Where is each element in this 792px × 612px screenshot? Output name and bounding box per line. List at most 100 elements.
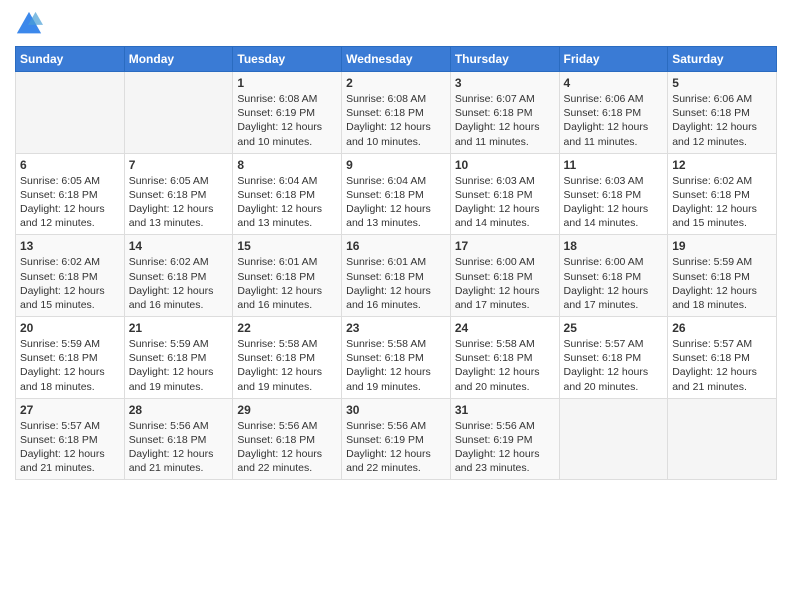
calendar-cell: 21Sunrise: 5:59 AM Sunset: 6:18 PM Dayli… bbox=[124, 317, 233, 399]
calendar-cell: 18 Sunrise: 6:00 AM Sunset: 6:18 PM Dayli… bbox=[559, 235, 668, 317]
weekday-header: Sunday bbox=[16, 47, 125, 72]
day-info: Sunrise: 5:57 AM Sunset: 6:18 PM Dayligh… bbox=[20, 419, 120, 476]
logo-icon bbox=[15, 10, 43, 38]
day-number: 22 bbox=[237, 321, 337, 335]
day-number: 11 bbox=[564, 158, 664, 172]
page: SundayMondayTuesdayWednesdayThursdayFrid… bbox=[0, 0, 792, 612]
calendar-week-row: 20 Sunrise: 5:59 AM Sunset: 6:18 PM Dayli… bbox=[16, 317, 777, 399]
calendar-cell: 26Sunrise: 5:57 AM Sunset: 6:18 PM Dayli… bbox=[668, 317, 777, 399]
header bbox=[15, 10, 777, 38]
calendar-cell: 1 Sunrise: 6:08 AM Sunset: 6:19 PM Daylig… bbox=[233, 72, 342, 154]
weekday-header: Thursday bbox=[450, 47, 559, 72]
day-info: Sunrise: 6:05 AM Sunset: 6:18 PM Dayligh… bbox=[20, 174, 120, 231]
day-number: 7 bbox=[129, 158, 229, 172]
calendar-cell: 11 Sunrise: 6:03 AM Sunset: 6:18 PM Dayli… bbox=[559, 153, 668, 235]
calendar-cell: 19 Sunrise: 5:59 AM Sunset: 6:18 PM Dayli… bbox=[668, 235, 777, 317]
calendar-cell: 15Sunrise: 6:01 AM Sunset: 6:18 PM Dayli… bbox=[233, 235, 342, 317]
day-number: 10 bbox=[455, 158, 555, 172]
day-info: Sunrise: 5:59 AM Sunset: 6:18 PM Dayligh… bbox=[20, 337, 120, 394]
calendar-cell: 29 Sunrise: 5:56 AM Sunset: 6:18 PM Dayli… bbox=[233, 398, 342, 480]
day-info: Sunrise: 5:56 AM Sunset: 6:18 PM Dayligh… bbox=[129, 419, 229, 476]
day-info: Sunrise: 6:08 AM Sunset: 6:18 PM Dayligh… bbox=[346, 92, 446, 149]
day-info: Sunrise: 5:58 AM Sunset: 6:18 PM Dayligh… bbox=[237, 337, 337, 394]
calendar-cell: 6 Sunrise: 6:05 AM Sunset: 6:18 PM Daylig… bbox=[16, 153, 125, 235]
day-number: 31 bbox=[455, 403, 555, 417]
day-number: 12 bbox=[672, 158, 772, 172]
calendar-week-row: 1 Sunrise: 6:08 AM Sunset: 6:19 PM Daylig… bbox=[16, 72, 777, 154]
day-number: 28 bbox=[129, 403, 229, 417]
calendar-cell bbox=[559, 398, 668, 480]
calendar-cell: 20 Sunrise: 5:59 AM Sunset: 6:18 PM Dayli… bbox=[16, 317, 125, 399]
day-number: 26 bbox=[672, 321, 772, 335]
calendar-cell: 22 Sunrise: 5:58 AM Sunset: 6:18 PM Dayli… bbox=[233, 317, 342, 399]
calendar-table: SundayMondayTuesdayWednesdayThursdayFrid… bbox=[15, 46, 777, 480]
calendar-cell: 24Sunrise: 5:58 AM Sunset: 6:18 PM Dayli… bbox=[450, 317, 559, 399]
calendar-cell: 25 Sunrise: 5:57 AM Sunset: 6:18 PM Dayli… bbox=[559, 317, 668, 399]
day-number: 2 bbox=[346, 76, 446, 90]
calendar-cell: 12 Sunrise: 6:02 AM Sunset: 6:18 PM Dayli… bbox=[668, 153, 777, 235]
day-info: Sunrise: 5:58 AM Sunset: 6:18 PM Dayligh… bbox=[455, 337, 555, 394]
day-info: Sunrise: 6:01 AM Sunset: 6:18 PM Dayligh… bbox=[346, 255, 446, 312]
calendar-cell: 28 Sunrise: 5:56 AM Sunset: 6:18 PM Dayli… bbox=[124, 398, 233, 480]
calendar-cell bbox=[16, 72, 125, 154]
day-number: 29 bbox=[237, 403, 337, 417]
calendar-cell: 9 Sunrise: 6:04 AM Sunset: 6:18 PM Daylig… bbox=[342, 153, 451, 235]
day-info: Sunrise: 6:07 AM Sunset: 6:18 PM Dayligh… bbox=[455, 92, 555, 149]
day-number: 13 bbox=[20, 239, 120, 253]
day-info: Sunrise: 5:56 AM Sunset: 6:18 PM Dayligh… bbox=[237, 419, 337, 476]
day-info: Sunrise: 6:08 AM Sunset: 6:19 PM Dayligh… bbox=[237, 92, 337, 149]
calendar-cell: 27 Sunrise: 5:57 AM Sunset: 6:18 PM Dayli… bbox=[16, 398, 125, 480]
logo bbox=[15, 10, 45, 38]
day-number: 6 bbox=[20, 158, 120, 172]
day-number: 1 bbox=[237, 76, 337, 90]
day-number: 17 bbox=[455, 239, 555, 253]
day-info: Sunrise: 6:03 AM Sunset: 6:18 PM Dayligh… bbox=[564, 174, 664, 231]
weekday-header: Wednesday bbox=[342, 47, 451, 72]
day-info: Sunrise: 5:59 AM Sunset: 6:18 PM Dayligh… bbox=[672, 255, 772, 312]
weekday-header: Tuesday bbox=[233, 47, 342, 72]
day-info: Sunrise: 6:02 AM Sunset: 6:18 PM Dayligh… bbox=[672, 174, 772, 231]
day-number: 25 bbox=[564, 321, 664, 335]
calendar-cell: 3 Sunrise: 6:07 AM Sunset: 6:18 PM Daylig… bbox=[450, 72, 559, 154]
day-number: 4 bbox=[564, 76, 664, 90]
day-info: Sunrise: 5:56 AM Sunset: 6:19 PM Dayligh… bbox=[346, 419, 446, 476]
calendar-cell: 30 Sunrise: 5:56 AM Sunset: 6:19 PM Dayli… bbox=[342, 398, 451, 480]
day-number: 19 bbox=[672, 239, 772, 253]
calendar-cell: 14 Sunrise: 6:02 AM Sunset: 6:18 PM Dayli… bbox=[124, 235, 233, 317]
day-number: 8 bbox=[237, 158, 337, 172]
calendar-body: 1 Sunrise: 6:08 AM Sunset: 6:19 PM Daylig… bbox=[16, 72, 777, 480]
weekday-row: SundayMondayTuesdayWednesdayThursdayFrid… bbox=[16, 47, 777, 72]
calendar-cell: 13 Sunrise: 6:02 AM Sunset: 6:18 PM Dayli… bbox=[16, 235, 125, 317]
calendar-cell: 4 Sunrise: 6:06 AM Sunset: 6:18 PM Daylig… bbox=[559, 72, 668, 154]
calendar-cell: 2 Sunrise: 6:08 AM Sunset: 6:18 PM Daylig… bbox=[342, 72, 451, 154]
weekday-header: Monday bbox=[124, 47, 233, 72]
day-info: Sunrise: 6:02 AM Sunset: 6:18 PM Dayligh… bbox=[129, 255, 229, 312]
calendar-week-row: 6 Sunrise: 6:05 AM Sunset: 6:18 PM Daylig… bbox=[16, 153, 777, 235]
day-number: 14 bbox=[129, 239, 229, 253]
day-info: Sunrise: 6:06 AM Sunset: 6:18 PM Dayligh… bbox=[672, 92, 772, 149]
day-info: Sunrise: 6:02 AM Sunset: 6:18 PM Dayligh… bbox=[20, 255, 120, 312]
day-number: 5 bbox=[672, 76, 772, 90]
day-info: Sunrise: 6:03 AM Sunset: 6:18 PM Dayligh… bbox=[455, 174, 555, 231]
calendar-header: SundayMondayTuesdayWednesdayThursdayFrid… bbox=[16, 47, 777, 72]
day-info: Sunrise: 5:57 AM Sunset: 6:18 PM Dayligh… bbox=[564, 337, 664, 394]
day-number: 30 bbox=[346, 403, 446, 417]
day-info: Sunrise: 6:05 AM Sunset: 6:18 PM Dayligh… bbox=[129, 174, 229, 231]
day-number: 9 bbox=[346, 158, 446, 172]
day-number: 20 bbox=[20, 321, 120, 335]
day-info: Sunrise: 6:04 AM Sunset: 6:18 PM Dayligh… bbox=[346, 174, 446, 231]
calendar-cell: 10 Sunrise: 6:03 AM Sunset: 6:18 PM Dayli… bbox=[450, 153, 559, 235]
day-number: 21 bbox=[129, 321, 229, 335]
calendar-cell: 17 Sunrise: 6:00 AM Sunset: 6:18 PM Dayli… bbox=[450, 235, 559, 317]
calendar-cell bbox=[668, 398, 777, 480]
day-number: 3 bbox=[455, 76, 555, 90]
day-info: Sunrise: 6:01 AM Sunset: 6:18 PM Dayligh… bbox=[237, 255, 337, 312]
day-number: 27 bbox=[20, 403, 120, 417]
calendar-week-row: 27 Sunrise: 5:57 AM Sunset: 6:18 PM Dayli… bbox=[16, 398, 777, 480]
day-info: Sunrise: 6:06 AM Sunset: 6:18 PM Dayligh… bbox=[564, 92, 664, 149]
day-info: Sunrise: 6:00 AM Sunset: 6:18 PM Dayligh… bbox=[455, 255, 555, 312]
day-info: Sunrise: 6:04 AM Sunset: 6:18 PM Dayligh… bbox=[237, 174, 337, 231]
day-info: Sunrise: 6:00 AM Sunset: 6:18 PM Dayligh… bbox=[564, 255, 664, 312]
calendar-cell: 23Sunrise: 5:58 AM Sunset: 6:18 PM Dayli… bbox=[342, 317, 451, 399]
day-number: 18 bbox=[564, 239, 664, 253]
